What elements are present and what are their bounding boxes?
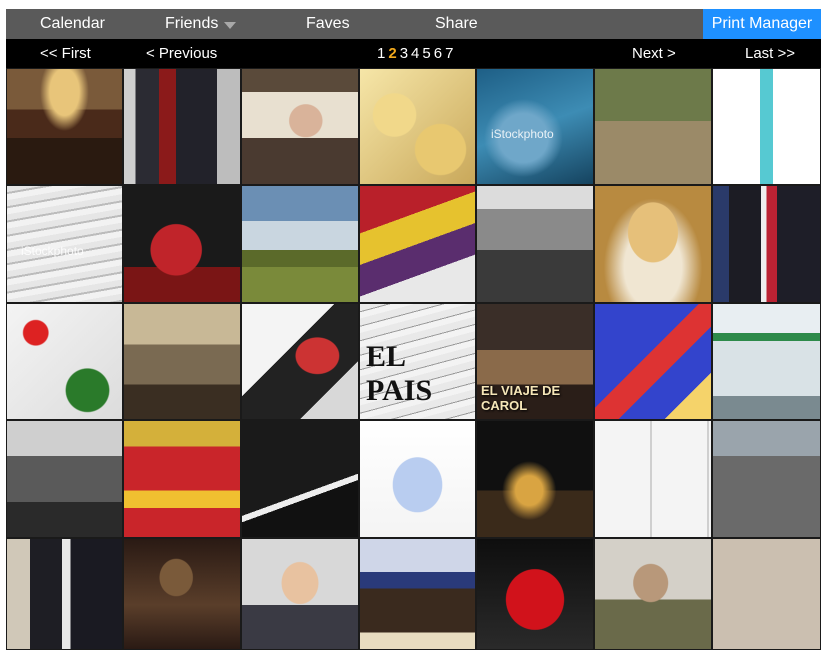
coat-of-arms-spain[interactable] <box>123 420 241 538</box>
treaty-signing-photo[interactable] <box>359 538 476 650</box>
night-procession-photo[interactable] <box>476 420 594 538</box>
el-pais-newspaper-photo[interactable]: EL PAIS <box>359 303 476 420</box>
christ-statue-photo[interactable] <box>123 538 241 650</box>
page-number-link[interactable]: 2 <box>387 45 398 62</box>
blue-texture-stockphoto[interactable]: iStockphoto <box>476 68 594 185</box>
nav-faves[interactable]: Faves <box>306 9 350 39</box>
smiling-judge-photo[interactable] <box>241 538 359 650</box>
traffic-jam-photo[interactable] <box>712 420 821 538</box>
nav-friends-dropdown[interactable]: Friends <box>165 9 237 39</box>
red-hood-penitent-photo[interactable] <box>476 538 594 650</box>
page-number-link[interactable]: 6 <box>433 45 444 62</box>
previous-page-link[interactable]: < Previous <box>146 39 217 68</box>
field-landscape-photo[interactable] <box>241 185 359 303</box>
movie-poster-photo[interactable]: EL VIAJE DE CAROL <box>476 303 594 420</box>
first-page-link[interactable]: << First <box>40 39 91 68</box>
nav-share[interactable]: Share <box>435 9 478 39</box>
test-tube-photo[interactable] <box>712 68 821 185</box>
nav-calendar[interactable]: Calendar <box>40 9 105 39</box>
virgin-statue-photo[interactable] <box>594 185 712 303</box>
woman-and-man-photo[interactable] <box>241 303 359 420</box>
stock-watermark-text: iStockphoto <box>491 127 554 141</box>
page-number-link[interactable]: 3 <box>399 45 410 62</box>
cartoon-rabbit-illustration[interactable] <box>359 420 476 538</box>
newspapers-stack-photo[interactable]: iStockphoto <box>6 185 123 303</box>
dancer-red-dress-photo[interactable] <box>123 185 241 303</box>
old-man-flat-cap-photo[interactable] <box>241 68 359 185</box>
page-number-link[interactable]: 4 <box>410 45 421 62</box>
republican-flag-photo[interactable] <box>359 185 476 303</box>
page-number-link[interactable]: 5 <box>421 45 432 62</box>
historic-salute-photo[interactable] <box>6 420 123 538</box>
general-portrait-photo[interactable] <box>594 538 712 650</box>
spanish-omelette-photo[interactable] <box>359 68 476 185</box>
photo-grid: iStockphoto iStockphoto EL PAIS EL VIAJE DE… <box>6 68 821 650</box>
nav-friends-label: Friends <box>165 15 219 32</box>
newspaper-masthead: EL PAIS <box>366 340 433 407</box>
parliament-chamber-photo[interactable] <box>6 68 123 185</box>
spain-map[interactable] <box>594 303 712 420</box>
newspaper-front-pages[interactable] <box>594 420 712 538</box>
bullfight-photo[interactable] <box>712 538 821 650</box>
cocaine-line-photo[interactable] <box>241 420 359 538</box>
poster-title: EL VIAJE DE CAROL <box>481 383 561 413</box>
politicians-walking-photo[interactable] <box>123 68 241 185</box>
drugs-illustration[interactable] <box>6 303 123 420</box>
page-number-link[interactable]: 1 <box>376 45 387 62</box>
print-manager-button[interactable]: Print Manager <box>703 9 821 39</box>
department-store-photo[interactable] <box>712 303 821 420</box>
leaders-handshake-photo[interactable] <box>712 185 821 303</box>
old-woman-and-cow-photo[interactable] <box>594 68 712 185</box>
top-navigation-bar: Calendar Friends Faves Share Print Manag… <box>6 9 821 39</box>
last-page-link[interactable]: Last >> <box>745 39 795 68</box>
leaders-chatting-photo[interactable] <box>6 538 123 650</box>
chevron-down-icon <box>224 21 237 29</box>
page-number-link[interactable]: 7 <box>444 45 455 62</box>
page-numbers: 1234567 <box>376 39 455 68</box>
pagination-bar: << First < Previous 1234567 Next > Last … <box>6 39 821 68</box>
historic-soldiers-photo[interactable] <box>476 185 594 303</box>
next-page-link[interactable]: Next > <box>632 39 676 68</box>
procession-float-painting[interactable] <box>123 303 241 420</box>
stock-watermark-text: iStockphoto <box>21 244 84 258</box>
